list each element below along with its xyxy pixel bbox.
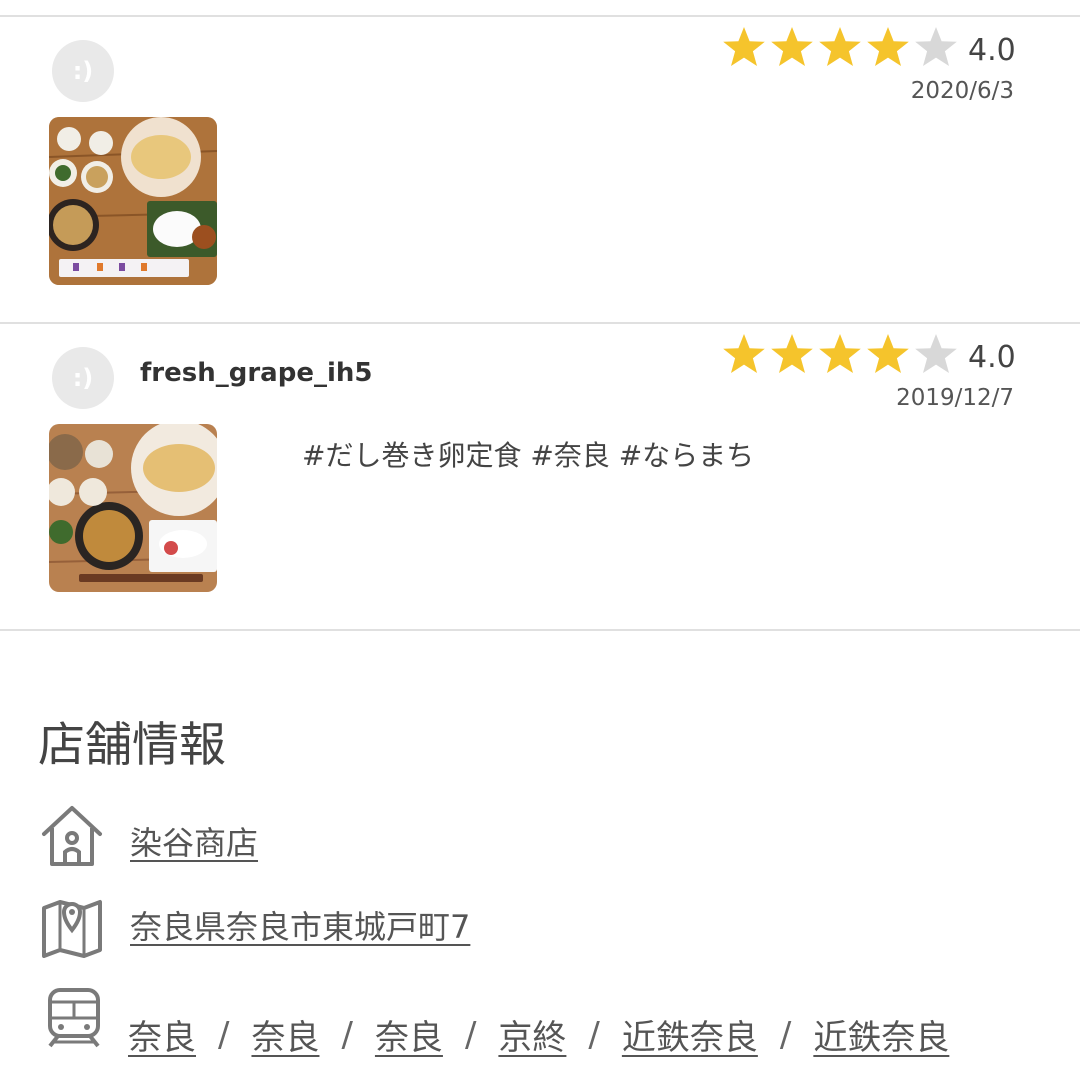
rating-value: 4.0 — [968, 340, 1016, 375]
star-empty-icon — [915, 27, 957, 66]
review-photo[interactable] — [49, 424, 217, 592]
review-date: 2019/12/7 — [896, 385, 1014, 411]
store-info-title: 店舗情報 — [38, 718, 226, 773]
station-link[interactable]: 奈良 — [128, 1010, 196, 1059]
review-date: 2020/6/3 — [910, 78, 1014, 104]
star-filled-icon — [819, 334, 861, 373]
station-link[interactable]: 京終 — [498, 1010, 566, 1059]
star-empty-icon — [915, 334, 957, 373]
house-icon — [42, 806, 102, 866]
rating-stars — [720, 331, 960, 379]
review-username[interactable]: fresh_grape_ih5 — [140, 358, 373, 388]
star-filled-icon — [723, 27, 765, 66]
station-link[interactable]: 近鉄奈良 — [622, 1010, 758, 1059]
avatar[interactable]: :) — [52, 347, 114, 409]
station-list: 奈良 / 奈良 / 奈良 / 京終 / 近鉄奈良 / 近鉄奈良 — [128, 1010, 949, 1059]
review-photo[interactable] — [49, 117, 217, 285]
station-link[interactable]: 奈良 — [251, 1010, 319, 1059]
store-name-link[interactable]: 染谷商店 — [130, 818, 258, 864]
divider-top — [0, 15, 1080, 17]
station-separator: / — [218, 1014, 230, 1055]
star-filled-icon — [771, 27, 813, 66]
divider-2 — [0, 629, 1080, 631]
star-filled-icon — [867, 334, 909, 373]
station-link[interactable]: 近鉄奈良 — [813, 1010, 949, 1059]
star-filled-icon — [819, 27, 861, 66]
star-filled-icon — [771, 334, 813, 373]
rating-stars — [720, 24, 960, 72]
map-pin-icon — [42, 900, 102, 958]
review-text: #だし巻き卵定食 #奈良 #ならまち — [302, 439, 755, 472]
star-filled-icon — [723, 334, 765, 373]
avatar[interactable]: :) — [52, 40, 114, 102]
station-separator: / — [779, 1014, 792, 1055]
address-link[interactable]: 奈良県奈良市東城戸町7 — [130, 902, 470, 948]
station-link[interactable]: 奈良 — [375, 1010, 443, 1059]
station-separator: / — [464, 1014, 477, 1055]
train-icon — [48, 988, 100, 1048]
divider-1 — [0, 322, 1080, 324]
star-filled-icon — [867, 27, 909, 66]
station-separator: / — [341, 1014, 353, 1055]
rating-value: 4.0 — [968, 33, 1016, 68]
station-separator: / — [588, 1014, 600, 1055]
